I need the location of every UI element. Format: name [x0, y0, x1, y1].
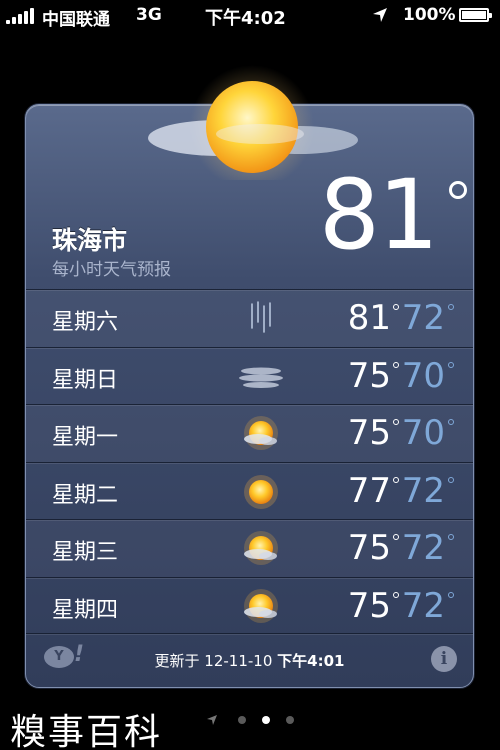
degree-symbol — [393, 476, 399, 483]
signal-strength-icon — [6, 8, 36, 24]
partly-cloudy-icon — [238, 586, 284, 628]
location-page-icon — [207, 715, 217, 725]
forecast-day: 星期日 — [52, 367, 119, 393]
page-dot[interactable] — [238, 716, 246, 724]
forecast-day: 星期六 — [52, 310, 119, 335]
sun-icon — [238, 471, 284, 513]
degree-symbol — [448, 361, 454, 368]
forecast-row: 星期六 81 72 — [26, 289, 473, 347]
partly-cloudy-icon — [238, 413, 284, 455]
updated-date: 12-11-10 — [204, 652, 273, 670]
partly-cloudy-icon — [238, 528, 284, 570]
carrier-name: 中国联通 — [42, 10, 110, 30]
forecast-row: 星期四 75 72 — [26, 576, 473, 635]
degree-symbol — [449, 181, 467, 199]
forecast-high: 75 — [347, 355, 391, 396]
forecast-low: 72 — [401, 470, 445, 511]
network-type: 3G — [136, 5, 162, 25]
forecast-high: 75 — [347, 585, 391, 626]
forecast-high: 81 — [347, 298, 391, 338]
forecast-list: 星期六 81 72 星期日 75 70 星期一 75 70 星期二 77 72 星期三 75 72 星期四 75… — [26, 289, 473, 634]
battery-icon — [459, 8, 492, 22]
forecast-day: 星期三 — [52, 540, 119, 565]
hourly-forecast-link[interactable]: 每小时天气预报 — [52, 255, 171, 280]
status-bar: 中国联通 3G 下午4:02 100% — [0, 0, 500, 30]
degree-symbol — [448, 419, 454, 425]
page-indicator[interactable] — [206, 712, 306, 728]
updated-prefix: 更新于 — [154, 652, 200, 670]
degree-symbol — [393, 591, 399, 598]
updated-time: 下午4:01 — [277, 652, 345, 670]
forecast-high: 75 — [347, 528, 391, 568]
forecast-low: 70 — [401, 355, 445, 396]
battery-fill — [462, 11, 486, 19]
degree-symbol — [448, 534, 454, 540]
forecast-row: 星期一 75 70 — [26, 404, 473, 462]
degree-symbol — [393, 361, 399, 368]
forecast-high: 77 — [347, 470, 391, 511]
weather-card[interactable]: 珠海市 每小时天气预报 81 星期六 81 72 星期日 75 70 星期一 75 70 星期二 7… — [25, 104, 474, 688]
degree-symbol — [448, 591, 454, 598]
forecast-low: 72 — [401, 298, 445, 338]
forecast-low: 72 — [401, 585, 445, 626]
page-dot-active[interactable] — [262, 716, 270, 724]
watermark-logo: 糗事百科 — [10, 712, 163, 750]
forecast-day: 星期二 — [52, 482, 119, 508]
location-arrow-icon — [373, 8, 387, 22]
card-footer: Y ! 更新于 12-11-10 下午4:01 i — [26, 633, 473, 687]
degree-symbol — [393, 534, 399, 540]
page-dot[interactable] — [286, 716, 294, 724]
forecast-high: 75 — [347, 413, 391, 453]
forecast-day: 星期一 — [52, 425, 119, 450]
fog-icon — [238, 356, 284, 398]
rain-icon — [238, 298, 284, 340]
degree-symbol — [448, 304, 454, 310]
status-time: 下午4:02 — [205, 8, 286, 29]
forecast-low: 72 — [401, 528, 445, 568]
degree-symbol — [393, 304, 399, 310]
info-button[interactable]: i — [431, 646, 457, 672]
battery-percent: 100% — [403, 5, 456, 25]
forecast-row: 星期二 77 72 — [26, 461, 473, 520]
forecast-day: 星期四 — [52, 597, 119, 623]
forecast-row: 星期三 75 72 — [26, 519, 473, 577]
current-temperature: 81 — [318, 159, 439, 271]
degree-symbol — [448, 476, 454, 483]
sun-cloud-icon — [148, 65, 358, 180]
forecast-low: 70 — [401, 413, 445, 453]
forecast-row: 星期日 75 70 — [26, 346, 473, 405]
city-name: 珠海市 — [52, 226, 128, 255]
degree-symbol — [393, 419, 399, 425]
last-updated: 更新于 12-11-10 下午4:01 — [26, 650, 473, 671]
